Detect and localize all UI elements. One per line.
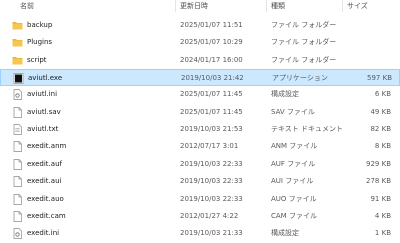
file-type: アプリケーション — [272, 74, 328, 83]
file-size: 82 KB — [370, 125, 391, 134]
file-row[interactable]: backup 2025/01/07 11:51 ファイル フォルダー — [0, 17, 400, 34]
file-row[interactable]: script 2024/01/17 16:00 ファイル フォルダー — [0, 52, 400, 69]
file-modified-date: 2019/10/03 21:42 — [181, 74, 244, 83]
file-modified-date: 2019/10/03 22:33 — [180, 159, 243, 168]
file-name: aviutl.txt — [27, 125, 59, 134]
file-icon — [12, 210, 23, 222]
file-name: aviutl.ini — [27, 90, 58, 99]
file-row[interactable]: exedit.aui 2019/10/03 22:33 AUI ファイル 278 KB — [0, 173, 400, 190]
column-header-name[interactable]: 名前 — [20, 1, 34, 11]
file-type: テキスト ドキュメント — [271, 125, 344, 134]
file-icon — [12, 158, 23, 170]
folder-icon — [12, 55, 23, 66]
file-type: AUI ファイル — [271, 177, 314, 186]
file-name: exedit.ini — [27, 229, 60, 238]
column-divider[interactable] — [175, 0, 176, 12]
settings-file-icon — [12, 228, 23, 240]
file-row[interactable]: exedit.anm 2012/07/17 3:01 ANM ファイル 8 KB — [0, 138, 400, 155]
column-header-type[interactable]: 種類 — [271, 1, 285, 11]
file-type: CAM ファイル — [271, 211, 317, 220]
file-size — [345, 17, 391, 34]
file-row[interactable]: Plugins 2025/01/07 10:29 ファイル フォルダー — [0, 34, 400, 51]
file-type: 構成設定 — [271, 229, 299, 238]
file-row[interactable]: exedit.ini 2019/10/03 21:33 構成設定 1 KB — [0, 225, 400, 242]
file-name: backup — [27, 21, 53, 29]
file-row[interactable]: exedit.cam 2012/01/27 4:22 CAM ファイル 4 KB — [0, 208, 400, 225]
file-modified-date: 2012/07/17 3:01 — [180, 142, 239, 151]
file-icon — [12, 193, 23, 205]
file-modified-date: 2025/01/07 11:45 — [180, 107, 243, 116]
text-file-icon — [12, 124, 23, 135]
file-size: 4 KB — [374, 211, 391, 220]
file-name: Plugins — [27, 38, 53, 47]
file-name: exedit.anm — [27, 142, 67, 151]
file-modified-date: 2019/10/03 22:33 — [180, 177, 243, 186]
file-modified-date: 2024/01/17 16:00 — [180, 55, 243, 64]
file-size: 8 KB — [374, 142, 391, 151]
file-type: ANM ファイル — [271, 142, 318, 151]
column-divider[interactable] — [342, 0, 343, 12]
settings-file-icon — [12, 89, 23, 101]
file-type: ファイル フォルダー — [271, 55, 337, 64]
file-row[interactable]: exedit.auo 2019/10/03 22:33 AUO ファイル 91 KB — [0, 191, 400, 208]
file-modified-date: 2019/10/03 22:33 — [180, 194, 243, 203]
file-type: SAV ファイル — [271, 107, 315, 116]
column-header-bar: 名前 更新日時 種類 サイズ — [0, 0, 400, 12]
file-size — [345, 34, 391, 51]
file-name: exedit.aui — [27, 177, 62, 186]
file-size: 91 KB — [370, 194, 391, 203]
folder-icon — [12, 37, 23, 48]
file-name: exedit.auo — [27, 194, 64, 203]
column-header-size[interactable]: サイズ — [347, 1, 368, 11]
file-size: 597 KB — [367, 74, 392, 83]
file-modified-date: 2019/10/03 21:53 — [180, 125, 243, 134]
file-modified-date: 2019/10/03 21:33 — [180, 229, 243, 238]
file-row[interactable]: exedit.auf 2019/10/03 22:33 AUF ファイル 929 KB — [0, 156, 400, 173]
file-type: AUO ファイル — [271, 194, 317, 203]
file-type: 構成設定 — [271, 90, 299, 99]
folder-icon — [12, 20, 23, 31]
file-row[interactable]: aviutl.exe 2019/10/03 21:42 アプリケーション 597 KB — [0, 69, 400, 87]
application-icon — [13, 73, 24, 84]
column-divider[interactable] — [266, 0, 267, 12]
file-size — [345, 52, 391, 69]
file-name: script — [27, 55, 47, 64]
file-size: 929 KB — [366, 159, 391, 168]
file-icon — [12, 106, 23, 118]
file-name: aviutl.exe — [28, 74, 63, 83]
file-modified-date: 2025/01/07 11:45 — [180, 90, 243, 99]
file-modified-date: 2025/01/07 11:51 — [180, 21, 243, 29]
file-size: 278 KB — [366, 177, 391, 186]
file-type: AUF ファイル — [271, 159, 316, 168]
file-type: ファイル フォルダー — [271, 38, 337, 47]
file-size: 6 KB — [374, 90, 391, 99]
file-row[interactable]: aviutl.sav 2025/01/07 11:45 SAV ファイル 49 KB — [0, 104, 400, 121]
column-header-date[interactable]: 更新日時 — [180, 1, 208, 11]
file-modified-date: 2025/01/07 10:29 — [180, 38, 243, 47]
file-size: 49 KB — [370, 107, 391, 116]
file-name: aviutl.sav — [27, 107, 61, 116]
file-row[interactable]: aviutl.txt 2019/10/03 21:53 テキスト ドキュメント 82 … — [0, 121, 400, 138]
file-icon — [12, 141, 23, 153]
file-row[interactable]: aviutl.ini 2025/01/07 11:45 構成設定 6 KB — [0, 86, 400, 103]
file-modified-date: 2012/01/27 4:22 — [180, 211, 239, 220]
file-type: ファイル フォルダー — [271, 21, 337, 29]
file-icon — [12, 176, 23, 187]
file-name: exedit.auf — [27, 159, 62, 168]
file-name: exedit.cam — [27, 211, 66, 220]
file-size: 1 KB — [374, 229, 391, 238]
